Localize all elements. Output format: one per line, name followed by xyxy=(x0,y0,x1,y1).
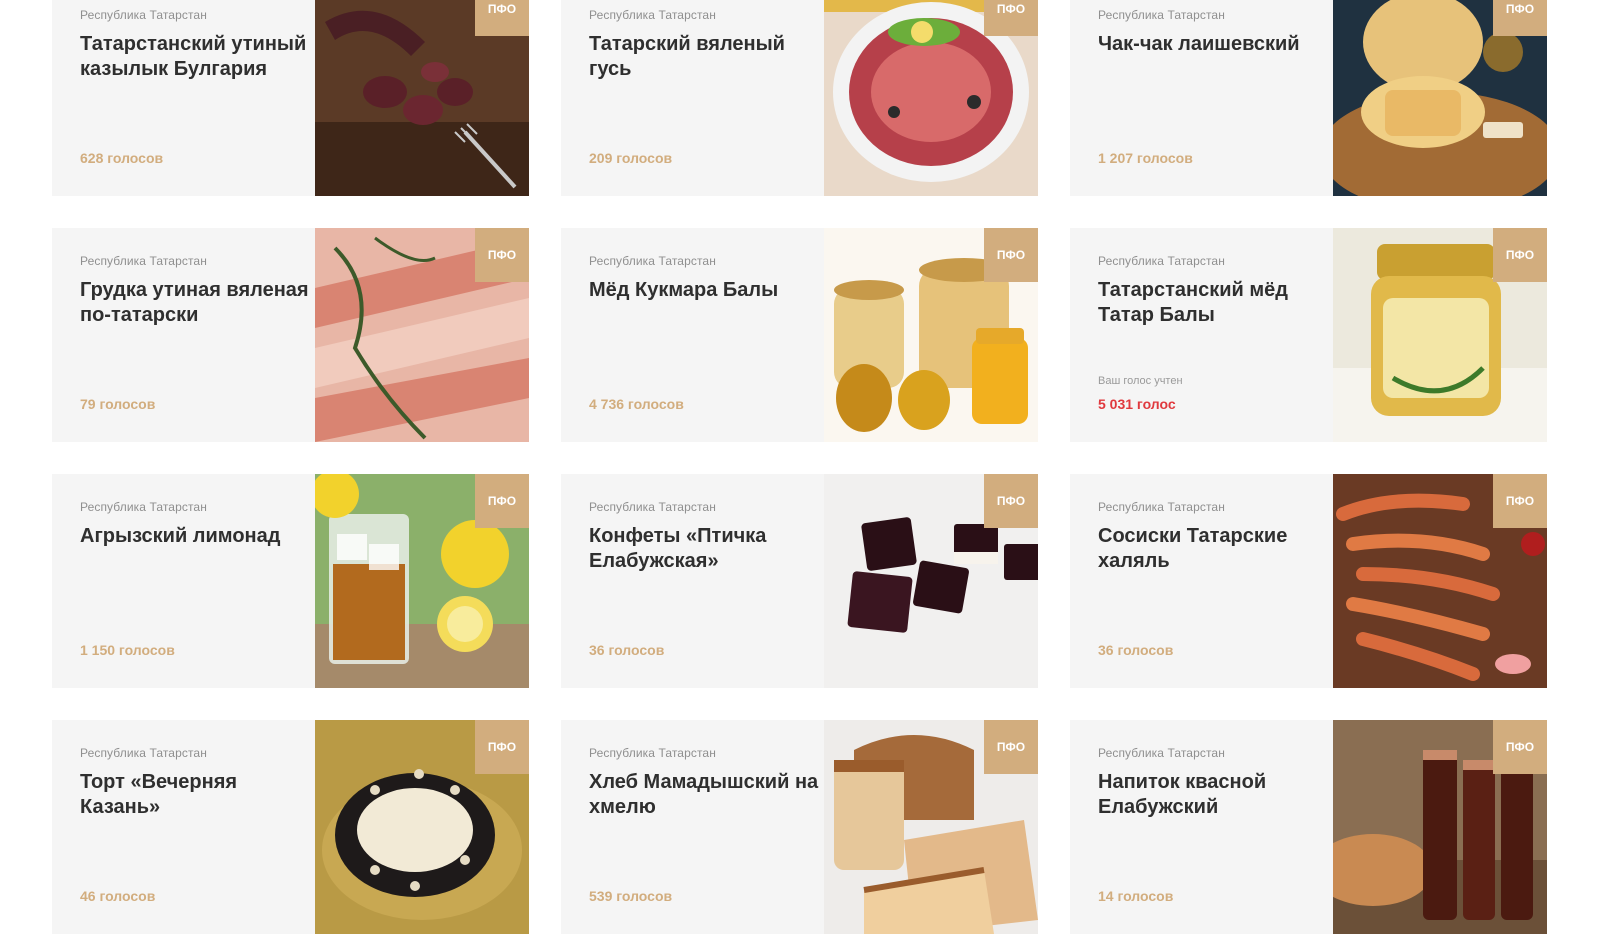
product-card[interactable]: Республика Татарстан Грудка утиная вялен… xyxy=(52,228,529,442)
card-footer: 4 736 голосов xyxy=(589,396,684,412)
vote-count: 14 голосов xyxy=(1098,888,1174,904)
region-badge: ПФО xyxy=(475,228,529,282)
card-title[interactable]: Сосиски Татарские халяль xyxy=(1098,524,1330,574)
product-card[interactable]: Республика Татарстан Татарстанский утины… xyxy=(52,0,529,196)
vote-count: 36 голосов xyxy=(1098,642,1174,658)
card-text: Республика Татарстан Агрызский лимонад xyxy=(80,500,312,549)
card-footer: 1 150 голосов xyxy=(80,642,175,658)
region-badge: ПФО xyxy=(475,720,529,774)
region-badge: ПФО xyxy=(984,228,1038,282)
region-badge: ПФО xyxy=(984,474,1038,528)
card-text: Республика Татарстан Мёд Кукмара Балы xyxy=(589,254,821,303)
vote-count: 5 031 голос xyxy=(1098,396,1176,412)
card-title[interactable]: Хлеб Мамадышский на хмелю xyxy=(589,770,821,820)
product-card[interactable]: Республика Татарстан Татарстанский мёд Т… xyxy=(1070,228,1547,442)
card-text: Республика Татарстан Сосиски Татарские х… xyxy=(1098,500,1330,574)
product-card[interactable]: Республика Татарстан Конфеты «Птичка Ела… xyxy=(561,474,1038,688)
product-card[interactable]: Республика Татарстан Хлеб Мамадышский на… xyxy=(561,720,1038,934)
region-badge: ПФО xyxy=(984,720,1038,774)
region-badge: ПФО xyxy=(1493,228,1547,282)
card-text: Республика Татарстан Татарский вяленый г… xyxy=(589,8,821,82)
vote-accepted-label: Ваш голос учтен xyxy=(1098,375,1183,387)
region-badge: ПФО xyxy=(1493,720,1547,774)
vote-count: 209 голосов xyxy=(589,150,673,166)
card-footer: 539 голосов xyxy=(589,888,672,904)
product-card[interactable]: Республика Татарстан Торт «Вечерняя Каза… xyxy=(52,720,529,934)
card-footer: 36 голосов xyxy=(589,642,664,658)
card-title[interactable]: Конфеты «Птичка Елабужская» xyxy=(589,524,821,574)
card-text: Республика Татарстан Напиток квасной Ела… xyxy=(1098,746,1330,820)
card-footer: 36 голосов xyxy=(1098,642,1173,658)
card-text: Республика Татарстан Конфеты «Птичка Ела… xyxy=(589,500,821,574)
card-footer: 209 голосов xyxy=(589,150,672,166)
card-region: Республика Татарстан xyxy=(1098,8,1225,22)
vote-count: 79 голосов xyxy=(80,396,156,412)
vote-count: 36 голосов xyxy=(589,642,665,658)
card-region: Республика Татарстан xyxy=(1098,746,1225,760)
card-title[interactable]: Татарстанский мёд Татар Балы xyxy=(1098,278,1330,328)
card-region: Республика Татарстан xyxy=(80,500,207,514)
card-footer: 79 голосов xyxy=(80,396,155,412)
product-card[interactable]: Республика Татарстан Татарский вяленый г… xyxy=(561,0,1038,196)
product-card[interactable]: Республика Татарстан Агрызский лимонад 1… xyxy=(52,474,529,688)
region-badge: ПФО xyxy=(984,0,1038,36)
card-title[interactable]: Торт «Вечерняя Казань» xyxy=(80,770,312,820)
card-title[interactable]: Татарский вяленый гусь xyxy=(589,32,821,82)
card-region: Республика Татарстан xyxy=(589,746,716,760)
vote-count: 1 150 голосов xyxy=(80,642,175,658)
card-text: Республика Татарстан Грудка утиная вялен… xyxy=(80,254,312,328)
card-text: Республика Татарстан Татарстанский мёд Т… xyxy=(1098,254,1330,328)
card-footer: Ваш голос учтен 5 031 голос xyxy=(1098,375,1183,412)
card-title[interactable]: Мёд Кукмара Балы xyxy=(589,278,821,303)
product-grid: Республика Татарстан Татарстанский утины… xyxy=(52,0,1547,934)
card-region: Республика Татарстан xyxy=(1098,500,1225,514)
card-text: Республика Татарстан Татарстанский утины… xyxy=(80,8,312,82)
vote-count: 539 голосов xyxy=(589,888,673,904)
vote-count: 4 736 голосов xyxy=(589,396,684,412)
product-card[interactable]: Республика Татарстан Напиток квасной Ела… xyxy=(1070,720,1547,934)
card-text: Республика Татарстан Чак-чак лаишевский xyxy=(1098,8,1330,57)
card-title[interactable]: Чак-чак лаишевский xyxy=(1098,32,1330,57)
card-footer: 1 207 голосов xyxy=(1098,150,1193,166)
card-footer: 14 голосов xyxy=(1098,888,1173,904)
card-region: Республика Татарстан xyxy=(589,8,716,22)
card-region: Республика Татарстан xyxy=(589,500,716,514)
product-card[interactable]: Республика Татарстан Чак-чак лаишевский … xyxy=(1070,0,1547,196)
card-region: Республика Татарстан xyxy=(80,254,207,268)
card-region: Республика Татарстан xyxy=(1098,254,1225,268)
product-card[interactable]: Республика Татарстан Мёд Кукмара Балы 4 … xyxy=(561,228,1038,442)
product-card[interactable]: Республика Татарстан Сосиски Татарские х… xyxy=(1070,474,1547,688)
region-badge: ПФО xyxy=(475,0,529,36)
region-badge: ПФО xyxy=(1493,474,1547,528)
card-title[interactable]: Агрызский лимонад xyxy=(80,524,312,549)
card-text: Республика Татарстан Торт «Вечерняя Каза… xyxy=(80,746,312,820)
vote-count: 46 голосов xyxy=(80,888,156,904)
region-badge: ПФО xyxy=(475,474,529,528)
card-region: Республика Татарстан xyxy=(80,746,207,760)
card-region: Республика Татарстан xyxy=(589,254,716,268)
region-badge: ПФО xyxy=(1493,0,1547,36)
card-title[interactable]: Грудка утиная вяленая по-татарски xyxy=(80,278,312,328)
card-text: Республика Татарстан Хлеб Мамадышский на… xyxy=(589,746,821,820)
card-title[interactable]: Напиток квасной Елабужский xyxy=(1098,770,1330,820)
vote-count: 628 голосов xyxy=(80,150,164,166)
vote-count: 1 207 голосов xyxy=(1098,150,1193,166)
card-title[interactable]: Татарстанский утиный казылык Булгария xyxy=(80,32,312,82)
card-region: Республика Татарстан xyxy=(80,8,207,22)
card-footer: 46 голосов xyxy=(80,888,155,904)
card-footer: 628 голосов xyxy=(80,150,163,166)
